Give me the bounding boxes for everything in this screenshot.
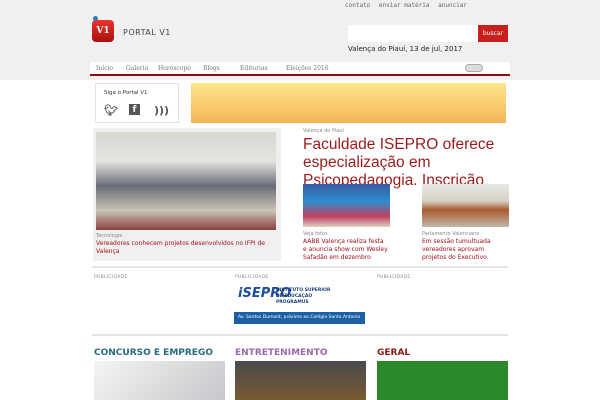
ad-label: PUBLICIDADE [377, 275, 411, 280]
search-button[interactable]: buscar [478, 25, 508, 42]
top-links: contato enviar matéria anunciar [345, 2, 472, 9]
date: Valença do Piauí, 13 de jul, 2017 [348, 45, 463, 53]
featured-title[interactable]: Vereadores conhecem projetos desenvolvid… [96, 240, 276, 256]
facebook-icon[interactable]: f [129, 104, 140, 115]
nav-galeria[interactable]: Galeria [126, 65, 148, 72]
story-image[interactable] [422, 184, 509, 227]
geral-image[interactable] [377, 361, 508, 400]
story-image[interactable] [303, 184, 390, 227]
isepro-text: INSTITUTO SUPERIOR DE EDUCAÇÃO PROGRAMUS [276, 288, 331, 305]
logo[interactable]: V1 [92, 20, 114, 42]
nav-horoscopo[interactable]: Horóscopo [158, 65, 191, 72]
nav-editorias[interactable]: Editorias [240, 65, 268, 72]
search-input[interactable] [348, 25, 478, 42]
follow-title: Siga o Portal V1 [104, 90, 148, 96]
brand-name[interactable]: PORTAL V1 [123, 28, 171, 37]
follow-box: Siga o Portal V1 🐦︎ f ))) [95, 83, 179, 123]
section-geral[interactable]: GERAL [377, 348, 410, 358]
section-concurso[interactable]: CONCURSO E EMPREGO [94, 348, 213, 358]
isepro-address: Av. Santos Dumont, próximo ao Colégio Sa… [234, 312, 365, 324]
headline-category: Valença do Piauí [303, 128, 344, 134]
nav-blogs[interactable]: Blogs [203, 65, 220, 72]
nav-eleicoes[interactable]: Eleições 2016 [286, 65, 329, 72]
twitter-icon[interactable]: 🐦︎ [104, 104, 118, 117]
divider [92, 266, 508, 268]
divider [92, 334, 508, 336]
entretenimento-image[interactable] [235, 361, 366, 400]
ad-label: PUBLICIDADE [235, 275, 269, 280]
mouse-icon [465, 64, 483, 72]
advertise-link[interactable]: anunciar [438, 2, 467, 9]
featured-image[interactable] [96, 132, 276, 230]
send-story-link[interactable]: enviar matéria [379, 2, 430, 9]
featured-category: Tecnologia [96, 233, 123, 239]
story-category: Parlamento Valenciano [422, 231, 480, 237]
concurso-image[interactable] [94, 361, 225, 400]
section-entretenimento[interactable]: ENTRETENIMENTO [235, 348, 328, 358]
contact-link[interactable]: contato [345, 2, 370, 9]
story-title[interactable]: Em sessão tumultuada vereadores aprovam … [422, 238, 507, 262]
rss-icon[interactable]: ))) [154, 104, 169, 117]
story-category: Veja fotos [303, 231, 328, 237]
main-nav: Início Galeria Horóscopo Blogs Editorias… [90, 62, 510, 76]
nav-inicio[interactable]: Início [96, 65, 113, 72]
story-title[interactable]: AABB Valença realiza festa e anuncia sho… [303, 238, 388, 262]
ad-banner[interactable] [191, 83, 506, 123]
ad-label: PUBLICIDADE [94, 275, 128, 280]
